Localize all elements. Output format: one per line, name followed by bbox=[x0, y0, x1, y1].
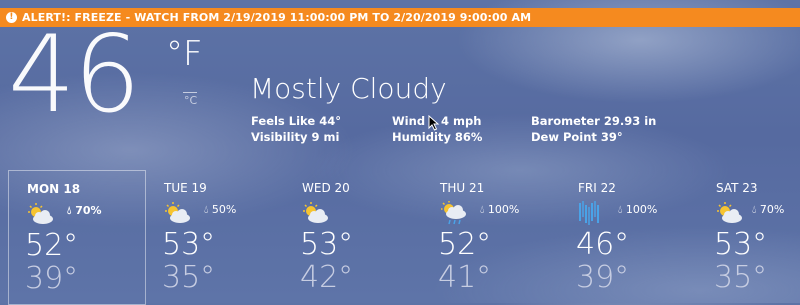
precip-value: 70% bbox=[759, 203, 785, 216]
low-temp: 41° bbox=[438, 260, 492, 295]
forecast-day[interactable]: WED 20 53° 42° bbox=[284, 170, 422, 305]
low-temp: 35° bbox=[162, 260, 216, 295]
dew-point: Dew Point 39° bbox=[531, 130, 623, 144]
low-temp: 35° bbox=[714, 260, 768, 295]
raindrop-icon: 💧︎ bbox=[752, 203, 757, 216]
forecast-day[interactable]: FRI 22 💧︎ 100% 46° 39° bbox=[560, 170, 698, 305]
precip-value: 70% bbox=[75, 204, 102, 217]
humidity: Humidity 86% bbox=[392, 130, 483, 144]
high-temp: 52° bbox=[25, 228, 79, 263]
barometer: Barometer 29.93 in bbox=[531, 114, 657, 128]
unit-fahrenheit[interactable]: °F bbox=[166, 34, 203, 74]
partly-cloudy-icon bbox=[28, 203, 53, 224]
rain-icon bbox=[579, 201, 599, 225]
low-temp: 39° bbox=[576, 260, 630, 295]
high-temp: 53° bbox=[300, 227, 354, 262]
day-label: FRI 22 bbox=[578, 181, 616, 195]
precip-chance: 💧︎ 100% bbox=[618, 203, 657, 217]
day-label: TUE 19 bbox=[164, 181, 207, 195]
visibility: Visibility 9 mi bbox=[251, 130, 340, 144]
forecast-day[interactable]: MON 18 💧︎ 70% 52° 39° bbox=[8, 170, 146, 305]
day-label: THU 21 bbox=[440, 181, 485, 195]
precip-chance: 💧︎ 70% bbox=[752, 203, 784, 217]
forecast-day[interactable]: SAT 23 💧︎ 70% 53° 35° bbox=[698, 170, 800, 305]
high-temp: 52° bbox=[438, 227, 492, 262]
raindrop-icon: 💧︎ bbox=[67, 204, 72, 217]
low-temp: 39° bbox=[25, 261, 79, 296]
high-temp: 53° bbox=[714, 227, 768, 262]
raindrop-icon: 💧︎ bbox=[618, 203, 623, 216]
precip-value: 100% bbox=[625, 203, 658, 216]
cursor-pointer-icon bbox=[428, 115, 440, 131]
high-temp: 46° bbox=[576, 227, 630, 262]
high-temp: 53° bbox=[162, 227, 216, 262]
showers-icon bbox=[441, 201, 466, 225]
partly-cloudy-icon bbox=[165, 202, 190, 223]
precip-chance: 💧︎ 70% bbox=[67, 204, 102, 218]
day-label: MON 18 bbox=[27, 182, 81, 196]
day-label: SAT 23 bbox=[716, 181, 758, 195]
feels-like: Feels Like 44° bbox=[251, 114, 341, 128]
partly-cloudy-icon bbox=[303, 202, 328, 223]
precip-value: 100% bbox=[487, 203, 520, 216]
forecast-day[interactable]: THU 21 💧︎ 100% 52° 41° bbox=[422, 170, 560, 305]
wind-label: Wind bbox=[392, 114, 426, 128]
unit-divider bbox=[183, 92, 197, 93]
wind-value: 4 mph bbox=[441, 114, 482, 128]
precip-chance: 💧︎ 100% bbox=[480, 203, 519, 217]
precip-value: 50% bbox=[211, 203, 237, 216]
day-label: WED 20 bbox=[302, 181, 350, 195]
unit-celsius[interactable]: °C bbox=[184, 94, 197, 107]
raindrop-icon: 💧︎ bbox=[480, 203, 485, 216]
low-temp: 42° bbox=[300, 260, 354, 295]
partly-cloudy-icon bbox=[717, 202, 742, 223]
raindrop-icon: 💧︎ bbox=[204, 203, 209, 216]
forecast-day[interactable]: TUE 19 💧︎ 50% 53° 35° bbox=[146, 170, 284, 305]
current-condition: Mostly Cloudy bbox=[250, 72, 447, 105]
precip-chance: 💧︎ 50% bbox=[204, 203, 236, 217]
current-temperature: 46 bbox=[8, 13, 141, 136]
